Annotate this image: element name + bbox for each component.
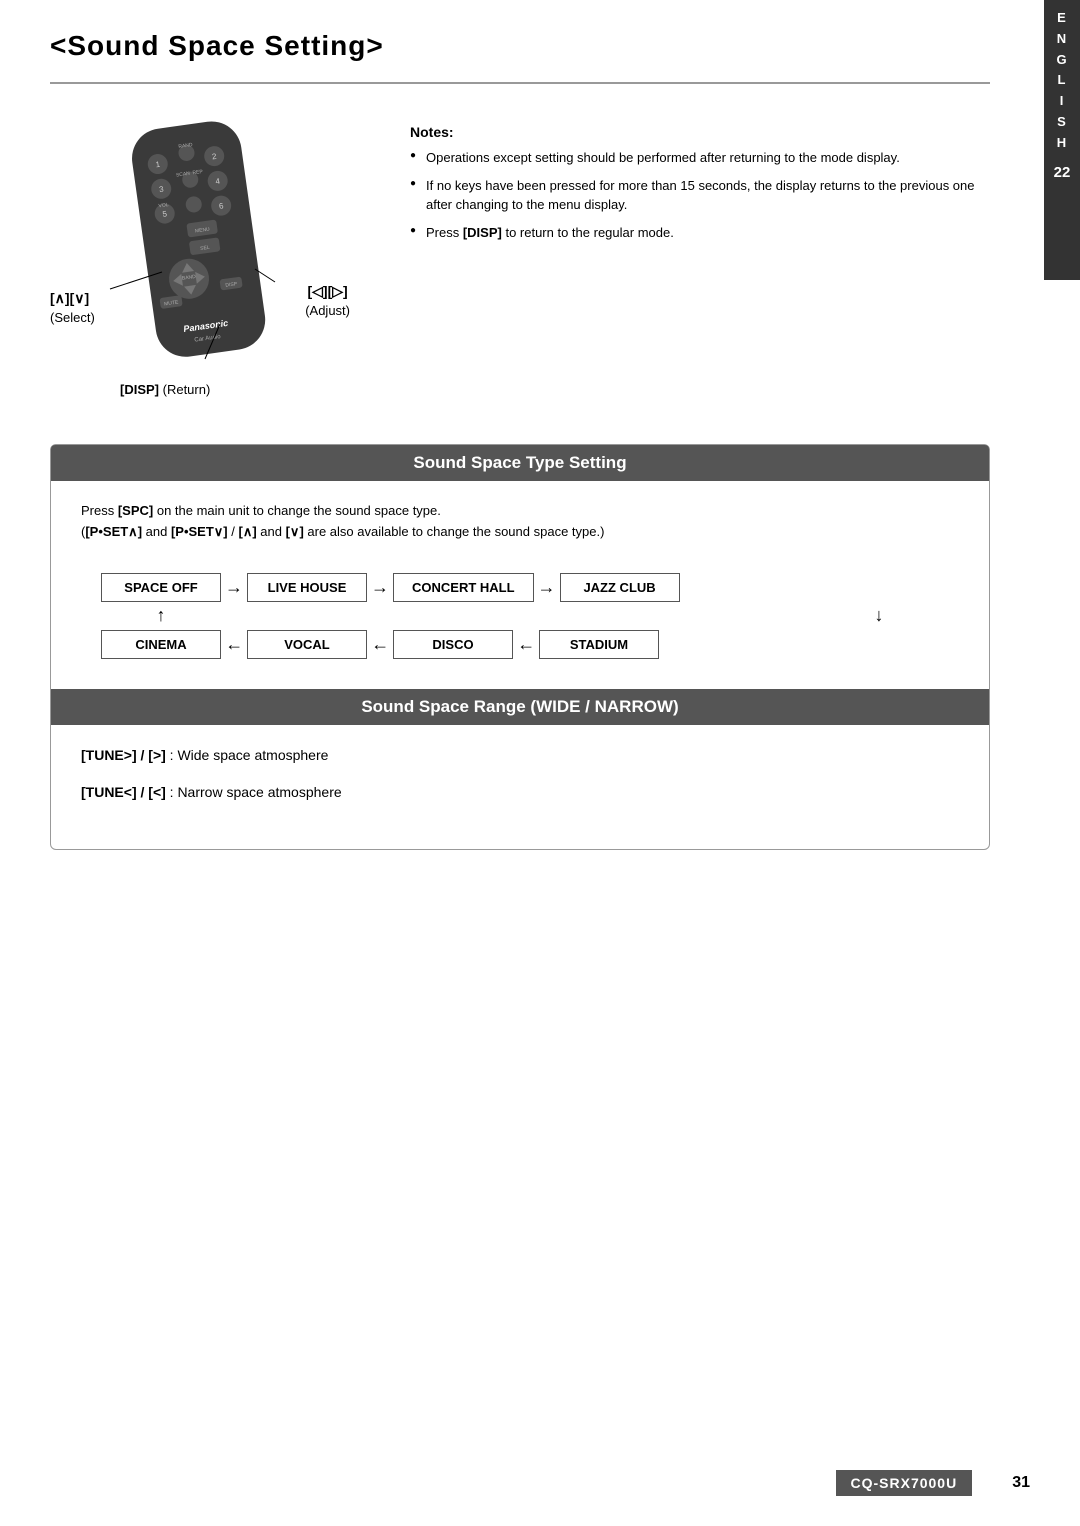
note-item-2: If no keys have been pressed for more th… [410,176,990,215]
range-key-narrow: [TUNE<] / [<] [81,784,166,800]
top-section: 1 2 3 4 5 6 RAND SCAN REP VOL MENU [50,114,990,414]
arrow-left-1: → [221,634,247,655]
arrow-right-3: → [534,577,560,598]
arrow-right-2: → [367,577,393,598]
arrow-left-3: → [513,634,539,655]
arrow-left-2: → [367,634,393,655]
vertical-arrows: ↑ ↓ [101,602,939,630]
notes-section: Notes: Operations except setting should … [410,114,990,250]
type-setting-header: Sound Space Type Setting [51,445,989,481]
note-item-3: Press [DISP] to return to the regular mo… [410,223,990,243]
desc-line1: Press [SPC] on the main unit to change t… [81,501,959,522]
notes-title: Notes: [410,124,990,140]
disp-label: [DISP] (Return) [120,382,210,397]
flow-stadium: STADIUM [539,630,659,659]
range-item-narrow: [TUNE<] / [<] : Narrow space atmosphere [81,782,959,803]
select-label: [∧][∨] (Select) [50,289,95,327]
type-setting-desc: Press [SPC] on the main unit to change t… [51,501,989,543]
flow-concert-hall: CONCERT HALL [393,573,534,602]
range-desc-narrow: : Narrow space atmosphere [170,784,342,800]
adjust-label: [◁][▷] (Adjust) [305,282,350,320]
flow-diagram: SPACE OFF → LIVE HOUSE → CONCERT HALL → … [51,563,989,679]
title-suffix: > [366,30,383,61]
down-arrow-right: ↓ [819,605,939,626]
up-arrow-left: ↑ [101,605,221,626]
sidebar-language: E N G L I S H [1056,8,1067,154]
flow-jazz-club: JAZZ CLUB [560,573,680,602]
flow-disco: DISCO [393,630,513,659]
range-key-wide: [TUNE>] / [>] [81,747,166,763]
range-section: Sound Space Range (WIDE / NARROW) [TUNE>… [51,689,989,803]
title-text: Sound Space Setting [67,30,366,61]
model-badge: CQ-SRX7000U [836,1470,973,1496]
arrow-right-1: → [221,577,247,598]
flow-space-off: SPACE OFF [101,573,221,602]
box-section: Sound Space Type Setting Press [SPC] on … [50,444,990,850]
page-title: <Sound Space Setting> [50,30,990,62]
flow-top-row: SPACE OFF → LIVE HOUSE → CONCERT HALL → … [101,573,939,602]
flow-live-house: LIVE HOUSE [247,573,367,602]
desc-line2: ([P•SET∧] and [P•SET∨] / [∧] and [∨] are… [81,522,959,543]
remote-area: 1 2 3 4 5 6 RAND SCAN REP VOL MENU [50,114,370,414]
title-divider [50,82,990,84]
range-item-wide: [TUNE>] / [>] : Wide space atmosphere [81,745,959,766]
range-desc-wide: : Wide space atmosphere [170,747,329,763]
flow-cinema: CINEMA [101,630,221,659]
range-header: Sound Space Range (WIDE / NARROW) [51,689,989,725]
flow-bottom-row: CINEMA → VOCAL → DISCO → STADIUM [101,630,939,659]
sidebar-page-number: 22 [1054,164,1071,181]
footer: CQ-SRX7000U 31 [50,1470,1030,1496]
page-number: 31 [1012,1474,1030,1492]
main-content: <Sound Space Setting> [0,0,1080,910]
title-prefix: < [50,30,67,61]
right-sidebar: E N G L I S H 22 [1044,0,1080,280]
flow-vocal: VOCAL [247,630,367,659]
remote-svg: 1 2 3 4 5 6 RAND SCAN REP VOL MENU [90,114,310,384]
notes-list: Operations except setting should be perf… [410,148,990,242]
note-item-1: Operations except setting should be perf… [410,148,990,168]
range-content: [TUNE>] / [>] : Wide space atmosphere [T… [51,745,989,803]
